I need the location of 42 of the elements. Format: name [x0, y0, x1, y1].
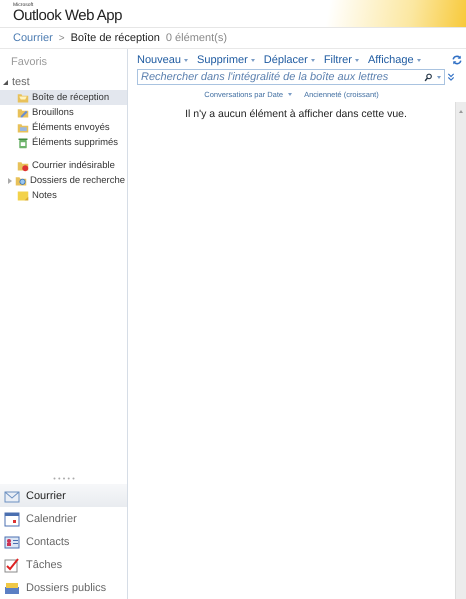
toolbar-menu[interactable]: Affichage	[368, 54, 421, 66]
nav-item[interactable]: Tâches	[0, 553, 127, 576]
toolbar-menu[interactable]: Supprimer	[197, 54, 255, 66]
calendar-icon	[4, 510, 20, 526]
folder-icon	[17, 160, 29, 172]
folder-item[interactable]: Notes	[0, 188, 127, 203]
folder-icon	[17, 106, 29, 118]
nav-item[interactable]: Dossiers publics	[0, 576, 127, 599]
breadcrumb-link[interactable]: Courrier	[13, 32, 53, 44]
folder-icon	[17, 122, 29, 134]
checkbox-icon	[4, 556, 20, 572]
app-title: Outlook Web App	[13, 8, 123, 24]
toolbar-menu[interactable]: Filtrer	[324, 54, 359, 66]
current-folder: Boîte de réception	[70, 32, 160, 44]
note-icon	[17, 190, 29, 202]
expand-arrow-icon[interactable]	[3, 80, 8, 84]
magnifier-icon	[15, 174, 27, 186]
folder-item[interactable]: Dossiers de recherche	[0, 173, 127, 188]
search-icon	[424, 72, 433, 82]
empty-message: Il n'y a aucun élément à afficher dans cette vue.	[185, 108, 407, 121]
folder-item[interactable]: Boîte de réception	[0, 90, 127, 105]
folder-item[interactable]: Courrier indésirable	[0, 158, 127, 173]
refresh-icon[interactable]	[452, 55, 462, 65]
folder-item[interactable]: Brouillons	[0, 105, 127, 120]
nav-item[interactable]: Contacts	[0, 530, 127, 553]
scrollbar[interactable]	[455, 102, 466, 599]
search-field[interactable]: Rechercher dans l'intégralité de la boîte aux lettres	[137, 69, 445, 85]
trash-icon	[17, 136, 29, 148]
contact-card-icon	[4, 534, 20, 550]
toolbar-menu[interactable]: Déplacer	[264, 54, 315, 66]
resize-handle[interactable]	[52, 477, 74, 480]
nav-item[interactable]: Calendrier	[0, 507, 127, 530]
expand-icon[interactable]	[447, 73, 455, 81]
toolbar-menu[interactable]: Nouveau	[137, 54, 188, 66]
favorites-heading: Favoris	[10, 55, 48, 70]
mailbox-name[interactable]: test	[12, 76, 30, 88]
item-count: 0 élément(s)	[166, 32, 228, 44]
breadcrumb-separator: >	[58, 32, 65, 44]
folder-icon	[17, 92, 29, 104]
folder-item[interactable]: Éléments envoyés	[0, 120, 127, 135]
nav-item[interactable]: Courrier	[0, 484, 127, 507]
folder-item[interactable]: Éléments supprimés	[0, 135, 127, 150]
